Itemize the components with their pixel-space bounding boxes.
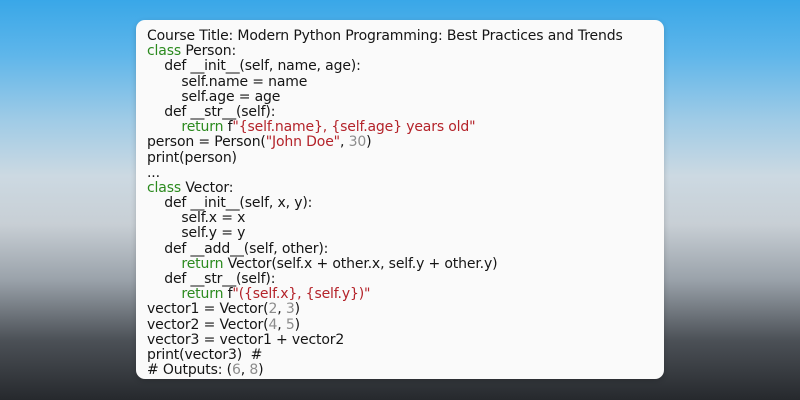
code-text: # Outputs: ( (147, 362, 232, 379)
code-text: def __add__(self, other): (147, 240, 329, 257)
code-text: person = Person( (147, 134, 266, 151)
code-line: vector2 = Vector(4, 5) (147, 316, 664, 333)
code-text: self.y = y (147, 225, 246, 242)
code-text: Vector: (181, 179, 234, 196)
code-line: self.age = age (147, 88, 664, 105)
code-line: # Outputs: (6, 8) (147, 363, 664, 378)
code-line: def __init__(self, name, age): (147, 59, 664, 74)
code-text: ... (147, 164, 160, 181)
code-number: 6 (231, 362, 241, 379)
code-line: vector3 = vector1 + vector2 (147, 331, 664, 348)
code-number: 8 (249, 362, 259, 379)
code-number: 30 (348, 134, 367, 151)
code-line: return f"{self.name}, {self.age} years o… (147, 120, 664, 135)
code-line: class Person: (147, 44, 664, 59)
code-line: vector1 = Vector(2, 3) (147, 302, 664, 317)
code-text: def __str__(self): (147, 271, 276, 287)
code-block: class Person: def __init__(self, name, a… (147, 44, 664, 379)
code-keyword: class (147, 43, 182, 60)
code-text: def __init__(self, x, y): (147, 195, 313, 212)
code-line: self.name = name (147, 73, 664, 90)
code-text: print(vector3) # (147, 346, 263, 363)
code-line: def __add__(self, other): (147, 240, 664, 257)
code-text: self.age = age (147, 88, 281, 105)
code-keyword: class (147, 179, 182, 196)
code-line: return Vector(self.x + other.x, self.y +… (147, 255, 664, 272)
code-text: self.x = x (147, 210, 246, 227)
code-line: ... (147, 164, 664, 181)
code-string: "John Doe" (265, 134, 340, 151)
code-line: class Vector: (147, 179, 664, 196)
code-text: ) (294, 301, 300, 318)
code-number: 2 (268, 301, 278, 318)
code-line: person = Person("John Doe", 30) (147, 135, 664, 150)
code-text: , (277, 301, 286, 318)
code-keyword: return (181, 286, 224, 303)
code-number: 5 (285, 316, 295, 333)
code-line: ... (147, 378, 664, 379)
code-text: , (277, 316, 286, 333)
code-text: ... (147, 377, 160, 379)
code-line: def __str__(self): (147, 103, 664, 120)
code-text: ) (366, 134, 372, 151)
code-line: self.x = x (147, 211, 664, 226)
code-text: self.name = name (147, 73, 308, 90)
code-string: "{self.name}, {self.age} years old" (232, 119, 476, 136)
code-keyword: return (181, 119, 224, 136)
code-card: Course Title: Modern Python Programming:… (136, 20, 664, 379)
code-text: print(person) (147, 149, 237, 166)
code-text: vector3 = vector1 + vector2 (147, 331, 345, 348)
code-text: , (339, 134, 349, 151)
code-text: ) (294, 316, 300, 333)
code-text: Person: (181, 43, 237, 60)
code-number: 4 (268, 316, 278, 333)
code-text: Vector(self.x + other.x, self.y + other.… (223, 255, 498, 272)
code-line: self.y = y (147, 226, 664, 241)
code-line: print(person) (147, 149, 664, 166)
code-text: vector2 = Vector( (147, 316, 269, 333)
code-text: def __init__(self, name, age): (147, 58, 361, 75)
code-line: return f"({self.x}, {self.y})" (147, 287, 664, 302)
code-string: "({self.x}, {self.y})" (232, 286, 371, 303)
code-line: print(vector3) # (147, 346, 664, 363)
code-keyword: return (181, 255, 224, 272)
course-title: Course Title: Modern Python Programming:… (147, 28, 623, 44)
code-text: vector1 = Vector( (147, 301, 269, 318)
code-line: def __str__(self): (147, 271, 664, 287)
code-line: def __init__(self, x, y): (147, 195, 664, 212)
code-number: 3 (285, 301, 295, 318)
code-text: def __str__(self): (147, 103, 276, 120)
code-text: ) (258, 362, 264, 379)
